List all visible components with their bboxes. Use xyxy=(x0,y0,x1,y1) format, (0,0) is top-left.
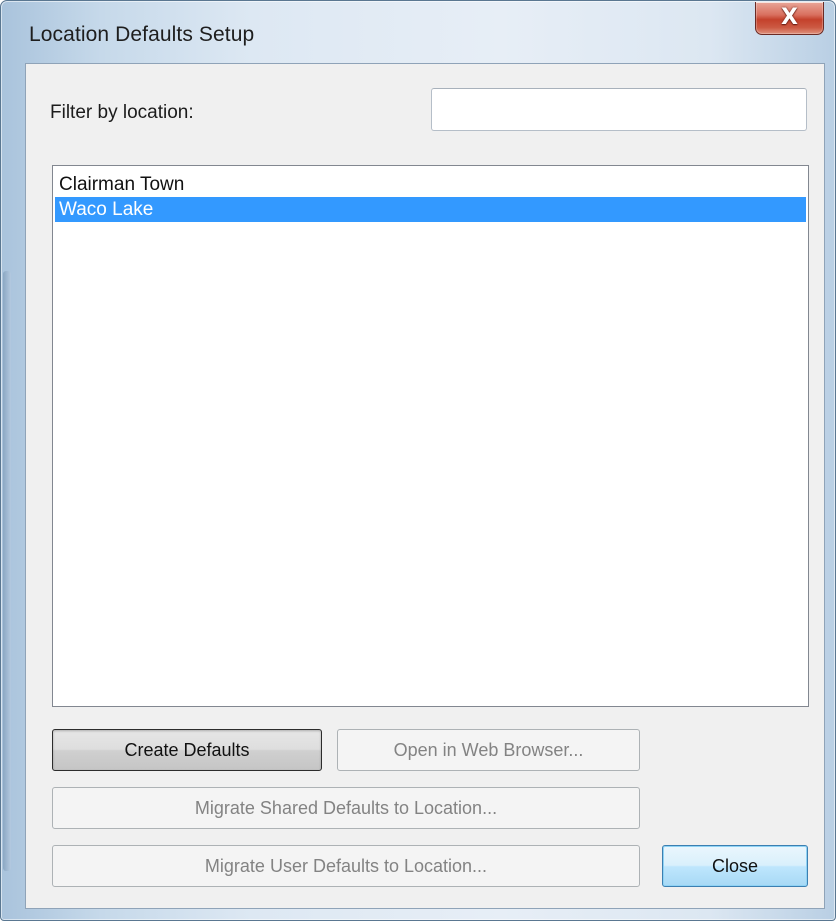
create-defaults-button[interactable]: Create Defaults xyxy=(52,729,322,771)
dialog-client-area: Filter by location: Clairman Town Waco La… xyxy=(25,63,825,909)
location-list-item[interactable]: Clairman Town xyxy=(55,172,806,197)
close-button[interactable]: Close xyxy=(662,845,808,887)
dialog-window: Location Defaults Setup X Filter by loca… xyxy=(0,0,836,921)
open-in-web-browser-button[interactable]: Open in Web Browser... xyxy=(337,729,640,771)
close-icon: X xyxy=(781,5,798,30)
migrate-shared-defaults-button[interactable]: Migrate Shared Defaults to Location... xyxy=(52,787,640,829)
filter-location-input[interactable] xyxy=(431,88,807,131)
location-list-item[interactable]: Waco Lake xyxy=(55,197,806,222)
filter-label: Filter by location: xyxy=(50,102,194,123)
location-list[interactable]: Clairman Town Waco Lake xyxy=(52,165,809,707)
migrate-user-defaults-button[interactable]: Migrate User Defaults to Location... xyxy=(52,845,640,887)
window-title: Location Defaults Setup xyxy=(29,23,255,46)
close-window-button[interactable]: X xyxy=(755,2,824,35)
window-frame-edge xyxy=(3,271,11,871)
